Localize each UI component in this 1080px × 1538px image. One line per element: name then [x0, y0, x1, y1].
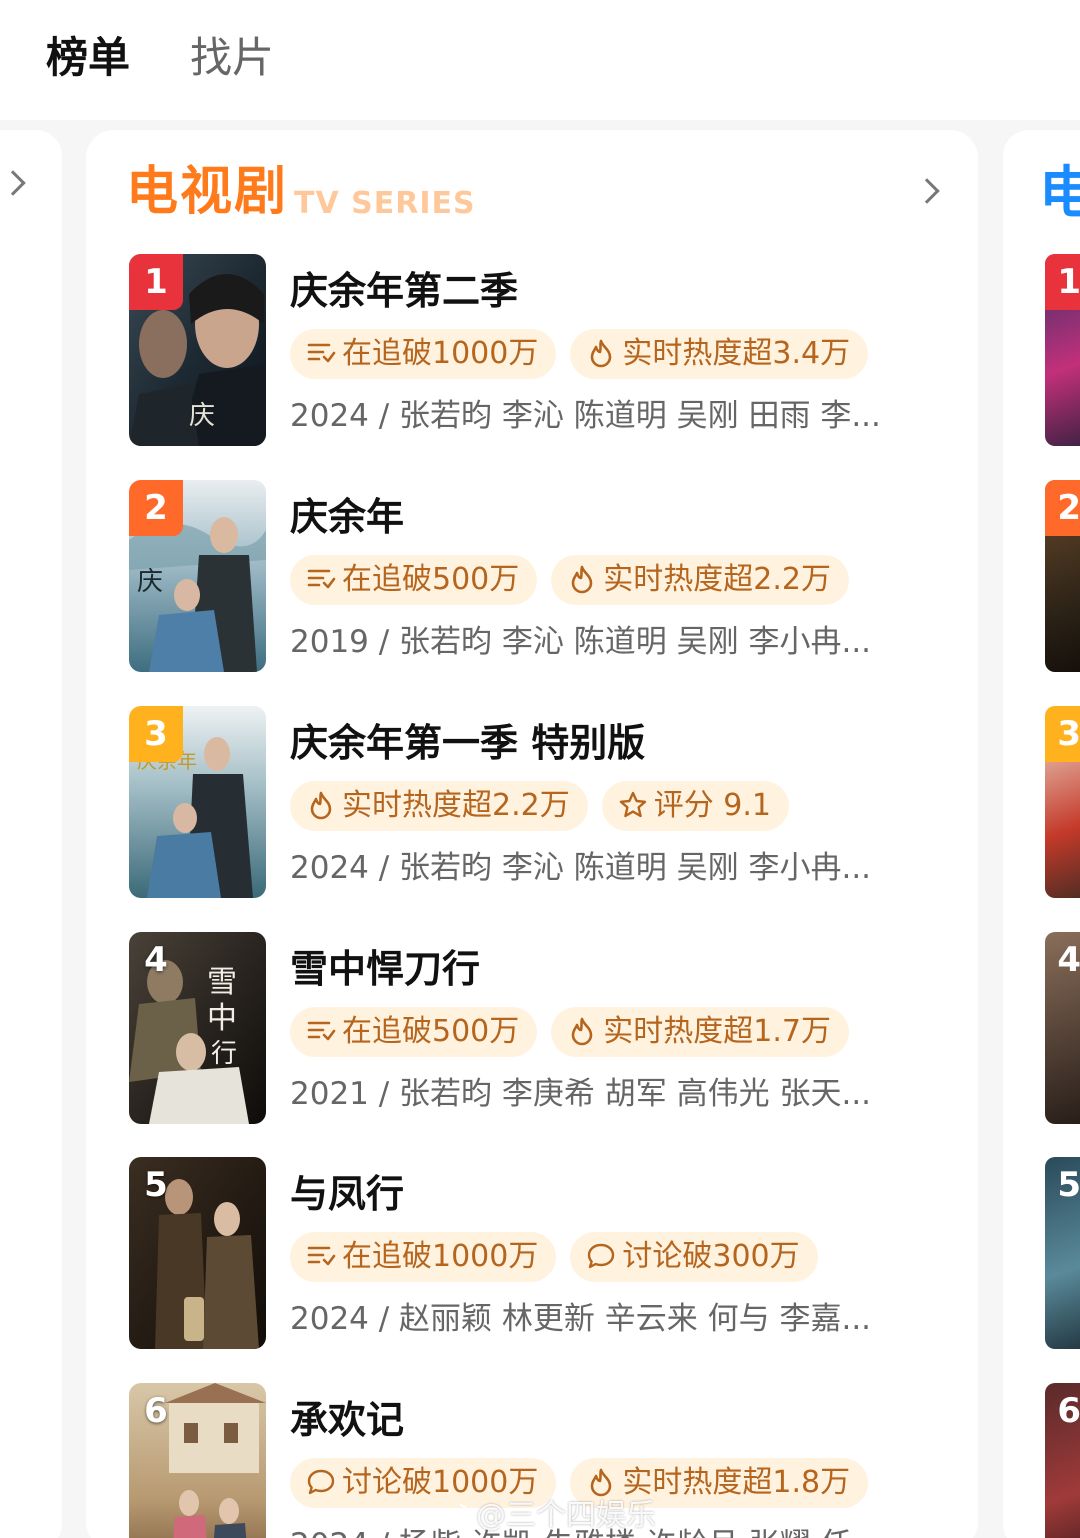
show-title[interactable]: 雪中悍刀行 — [290, 944, 480, 994]
tag-chip: 评分 9.1 — [601, 781, 789, 831]
rank-badge: 1 — [129, 254, 183, 310]
show-title[interactable]: 庆余年 — [290, 492, 404, 542]
flame-icon — [571, 565, 593, 594]
tag-text: 在追破1000万 — [342, 1239, 539, 1274]
poster-image[interactable]: 6 — [129, 1383, 266, 1538]
chevron-right-icon[interactable] — [0, 170, 26, 196]
svg-text:庆: 庆 — [189, 401, 215, 431]
ranking-row-4[interactable]: 雪 中 行 4 雪中悍刀行 在追破500万 实时热度超1.7万 2021 / 张… — [129, 932, 949, 1124]
tag-chip: 在追破1000万 — [290, 329, 557, 379]
flame-icon — [310, 791, 332, 820]
next-ranking-card[interactable]: 电 1 2 3 4 5 6 — [1003, 130, 1080, 1538]
show-title[interactable]: 与凤行 — [290, 1169, 404, 1219]
tag-list: 在追破1000万 讨论破300万 — [290, 1232, 832, 1282]
poster-image[interactable]: 5 — [129, 1157, 266, 1349]
tab-find-shows[interactable]: 找片 — [190, 30, 274, 86]
tag-text: 在追破1000万 — [342, 336, 539, 371]
tag-chip: 在追破1000万 — [290, 1232, 557, 1282]
poster-image[interactable]: 庆 2 — [129, 480, 266, 672]
show-meta: 2024 / 张若昀 李沁 陈道明 吴刚 田雨 李... — [290, 398, 881, 434]
watermark-text: @三个四娱乐 — [476, 1498, 656, 1533]
card-title[interactable]: 电视剧 TV SERIES — [126, 160, 476, 230]
tag-chip: 实时热度超2.2万 — [290, 781, 588, 831]
tag-chip: 在追破500万 — [290, 555, 538, 605]
watermark: @三个四娱乐 — [430, 1490, 656, 1534]
show-title[interactable]: 庆余年第二季 — [290, 266, 518, 316]
show-meta: 2024 / 张若昀 李沁 陈道明 吴刚 李小冉... — [290, 850, 872, 886]
poster-image[interactable]: 雪 中 行 4 — [129, 932, 266, 1124]
show-title[interactable]: 庆余年第一季 特别版 — [290, 718, 645, 768]
weibo-logo-icon — [431, 1503, 469, 1531]
follow-list-icon — [307, 1246, 336, 1266]
tag-list: 在追破1000万 实时热度超3.4万 — [290, 329, 882, 379]
card-title-en: TV SERIES — [294, 186, 476, 221]
ranking-row-2[interactable]: 庆 2 庆余年 在追破500万 实时热度超2.2万 2019 / 张若昀 李沁 … — [129, 480, 949, 672]
poster-image[interactable]: 庆 1 — [129, 254, 266, 446]
poster-image[interactable]: 庆余年 3 — [129, 706, 266, 898]
peek-poster[interactable]: 1 — [1045, 254, 1080, 446]
show-meta: 2021 / 张若昀 李庚希 胡军 高伟光 张天... — [290, 1076, 872, 1112]
tag-text: 在追破500万 — [342, 1014, 520, 1049]
rank-badge: 4 — [144, 940, 168, 980]
next-card-title: 电 — [1039, 161, 1080, 226]
tag-text: 讨论破300万 — [622, 1239, 800, 1274]
follow-list-icon — [307, 1021, 336, 1041]
tag-list: 实时热度超2.2万 评分 9.1 — [290, 781, 803, 831]
show-title[interactable]: 承欢记 — [290, 1395, 404, 1445]
ranking-row-1[interactable]: 庆 1 庆余年第二季 在追破1000万 实时热度超3.4万 2024 / 张若昀… — [129, 254, 949, 446]
tag-text: 实时热度超3.4万 — [622, 336, 851, 371]
top-tab-bar: 榜单 找片 — [0, 0, 1080, 120]
svg-text:中: 中 — [207, 1001, 237, 1036]
peek-poster[interactable]: 2 — [1045, 480, 1080, 672]
rank-badge: 5 — [144, 1165, 168, 1205]
tag-list: 在追破500万 实时热度超1.7万 — [290, 1007, 863, 1057]
tag-text: 在追破500万 — [342, 562, 520, 597]
chevron-right-icon[interactable] — [914, 178, 940, 204]
star-icon — [619, 791, 646, 818]
rank-badge: 5 — [1057, 1165, 1080, 1205]
rank-badge: 6 — [1057, 1391, 1080, 1431]
svg-text:雪: 雪 — [207, 965, 237, 1000]
ranking-row-5[interactable]: 5 与凤行 在追破1000万 讨论破300万 2024 / 赵丽颖 林更新 辛云… — [129, 1157, 949, 1349]
rank-badge: 4 — [1057, 940, 1080, 980]
rank-badge: 2 — [129, 480, 183, 536]
svg-text:行: 行 — [211, 1039, 237, 1069]
show-meta: 2024 / 赵丽颖 林更新 辛云来 何与 李嘉... — [290, 1301, 872, 1337]
comment-icon — [588, 1243, 615, 1269]
rank-badge: 3 — [129, 706, 183, 762]
rank-badge: 3 — [1045, 706, 1080, 762]
tag-chip: 实时热度超1.7万 — [551, 1007, 849, 1057]
tag-chip: 实时热度超3.4万 — [570, 329, 869, 379]
rank-badge: 1 — [1045, 254, 1080, 310]
tag-text: 评分 9.1 — [653, 788, 771, 823]
tag-list: 在追破500万 实时热度超2.2万 — [290, 555, 863, 605]
ranking-row-3[interactable]: 庆余年 3 庆余年第一季 特别版 实时热度超2.2万 评分 9.1 2024 /… — [129, 706, 949, 898]
flame-icon — [591, 339, 612, 368]
peek-poster[interactable]: 4 — [1045, 932, 1080, 1124]
flame-icon — [571, 1017, 593, 1046]
comment-icon — [307, 1469, 335, 1495]
show-meta: 2019 / 张若昀 李沁 陈道明 吴刚 李小冉... — [290, 624, 872, 660]
card-title-zh: 电视剧 — [126, 162, 289, 222]
peek-poster[interactable]: 3 — [1045, 706, 1080, 898]
previous-ranking-card[interactable] — [0, 130, 62, 1538]
tag-text: 实时热度超1.8万 — [622, 1465, 851, 1500]
tv-series-ranking-card: 电视剧 TV SERIES 庆 1 庆余年第二季 在追破1000万 实时热度超3.… — [86, 130, 978, 1538]
tag-chip: 讨论破300万 — [570, 1232, 818, 1282]
peek-poster[interactable]: 5 — [1045, 1157, 1080, 1349]
svg-text:庆: 庆 — [137, 567, 163, 597]
tag-text: 实时热度超2.2万 — [603, 562, 831, 597]
peek-poster[interactable]: 6 — [1045, 1383, 1080, 1538]
tag-chip: 在追破500万 — [290, 1007, 538, 1057]
tag-text: 实时热度超2.2万 — [342, 788, 570, 823]
follow-list-icon — [307, 569, 336, 589]
tag-chip: 实时热度超2.2万 — [551, 555, 849, 605]
tag-text: 实时热度超1.7万 — [603, 1014, 831, 1049]
tab-rankings[interactable]: 榜单 — [46, 30, 130, 86]
follow-list-icon — [307, 343, 336, 363]
rank-badge: 6 — [144, 1391, 168, 1431]
rank-badge: 2 — [1045, 480, 1080, 536]
